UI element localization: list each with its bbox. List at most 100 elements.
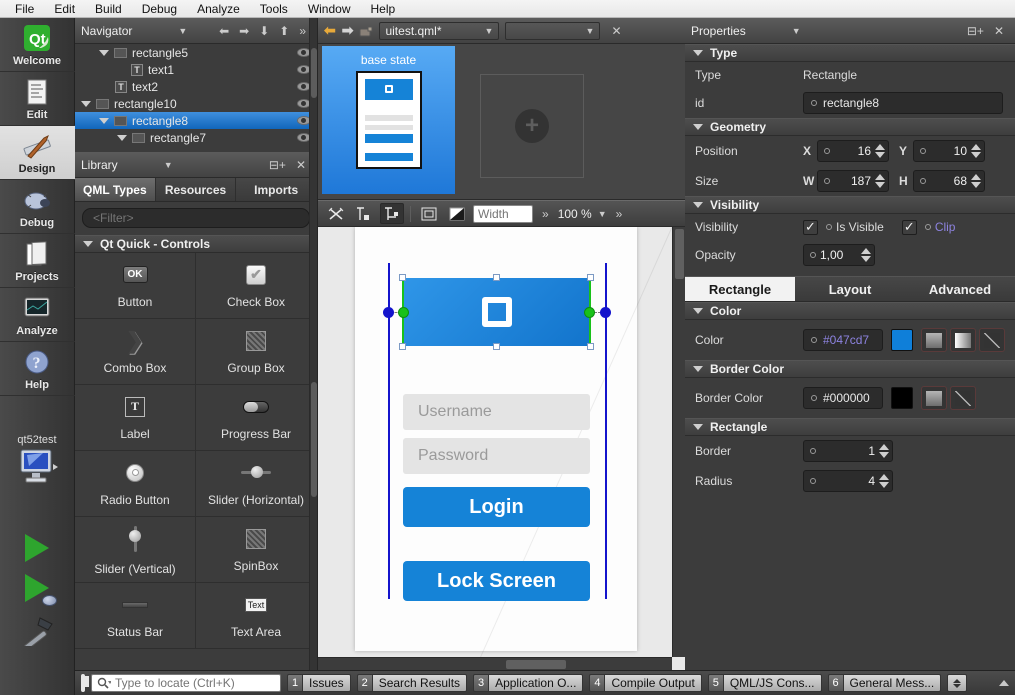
forward-icon[interactable]: ➡ [342,22,354,39]
section-rectangle[interactable]: Rectangle [685,418,1015,436]
overflow-icon[interactable]: » [611,207,628,221]
expand-icon[interactable] [99,118,109,124]
menu-edit[interactable]: Edit [45,1,84,17]
tree-item-rectangle5[interactable]: rectangle5 [75,44,317,61]
mode-welcome[interactable]: Qt Welcome [0,18,75,72]
tab-layout[interactable]: Layout [795,277,905,301]
tab-qml-types[interactable]: QML Types [75,178,156,201]
binding-indicator-icon[interactable] [810,252,816,258]
w-spinbox[interactable]: 187 [817,170,889,192]
pane-cycle-button[interactable] [947,674,967,692]
output-pane-compile-output[interactable]: 4 Compile Output [589,674,701,692]
move-up-icon[interactable]: ⬆ [274,24,294,38]
output-pane-general-messages[interactable]: 6 General Mess... [828,674,942,692]
anchor-dot-green-right[interactable] [584,307,595,318]
is-visible-checkbox[interactable]: ✓ [803,220,818,235]
spin-up-icon[interactable] [879,474,889,480]
resize-handle-se[interactable] [587,343,594,350]
resize-handle-n[interactable] [493,274,500,281]
border-color-swatch[interactable] [891,387,913,409]
build-button[interactable] [20,614,54,649]
close-panel-icon[interactable]: ✕ [291,158,311,172]
mode-debug[interactable]: Debug [0,180,75,234]
spin-up-icon[interactable] [861,248,871,254]
kit-selector[interactable]: qt52test [15,434,59,488]
tree-item-rectangle10[interactable]: rectangle10 [75,95,317,112]
mode-help[interactable]: ? Help [0,342,75,396]
menu-window[interactable]: Window [299,1,360,17]
mode-analyze[interactable]: Analyze [0,288,75,342]
canvas-vscrollbar[interactable] [672,227,685,657]
snapping-icon[interactable] [380,203,404,224]
color-swatch[interactable] [891,329,913,351]
library-dropdown-icon[interactable]: ▼ [164,160,173,170]
library-item-slider-vertical[interactable]: Slider (Vertical) [75,517,196,583]
library-item-label[interactable]: T Label [75,385,196,451]
id-input[interactable]: rectangle8 [803,92,1003,114]
move-right-icon[interactable]: ➡ [234,24,254,38]
split-panel-icon[interactable]: ⊟+ [264,158,291,172]
library-item-group-box[interactable]: Group Box [196,319,317,385]
canvas-color-icon[interactable] [445,203,469,224]
expand-icon[interactable] [81,101,91,107]
tree-item-rectangle8-selected[interactable]: rectangle8 [75,112,317,129]
x-spinbox[interactable]: 16 [817,140,889,162]
section-geometry[interactable]: Geometry [685,118,1015,136]
close-split-icon[interactable]: ✕ [606,24,626,38]
no-fill-button[interactable] [979,328,1005,352]
menu-help[interactable]: Help [362,1,405,17]
username-field[interactable]: Username [403,394,590,430]
open-document-combo[interactable]: uitest.qml* ▼ [379,22,499,40]
move-down-icon[interactable]: ⬇ [254,24,274,38]
tab-resources[interactable]: Resources [156,178,237,201]
form-root-item[interactable]: Username Password Login Lock Screen [355,227,637,651]
tree-item-rectangle7[interactable]: rectangle7 [75,129,317,146]
base-state-card[interactable]: base state [322,46,455,194]
spin-down-icon[interactable] [971,152,981,158]
tab-imports[interactable]: Imports [236,178,317,201]
resize-handle-nw[interactable] [399,274,406,281]
tree-item-text1[interactable]: T text1 [75,61,317,78]
output-pane-search-results[interactable]: 2 Search Results [357,674,467,692]
binding-indicator-icon[interactable] [920,178,926,184]
library-item-button[interactable]: OK Button [75,253,196,319]
add-state-box[interactable]: + [480,74,584,178]
border-color-input[interactable]: #000000 [803,387,883,409]
selected-rectangle8[interactable] [403,278,590,346]
canvas-hscrollbar[interactable] [318,657,672,670]
toggle-sidebar-button[interactable] [81,676,85,690]
spin-up-icon[interactable] [875,144,885,150]
close-panel-icon[interactable]: ✕ [989,24,1009,38]
locator[interactable] [91,674,281,692]
spin-down-icon[interactable] [861,256,871,262]
binding-indicator-icon[interactable] [810,448,816,454]
menu-debug[interactable]: Debug [133,1,186,17]
library-filter-input[interactable] [82,208,310,228]
menu-file[interactable]: File [6,1,43,17]
add-state-icon[interactable]: + [515,109,549,143]
binding-indicator-icon[interactable] [824,148,830,154]
binding-indicator-icon[interactable] [826,224,832,230]
opacity-spinbox[interactable]: 1,00 [803,244,875,266]
section-color[interactable]: Color [685,302,1015,320]
menu-tools[interactable]: Tools [251,1,297,17]
tab-advanced[interactable]: Advanced [905,277,1015,301]
show-bounding-rects-icon[interactable] [417,203,441,224]
mode-design[interactable]: Design [0,126,75,180]
radius-spinbox[interactable]: 4 [803,470,893,492]
library-item-combo-box[interactable]: ❯ Combo Box [75,319,196,385]
binding-indicator-icon[interactable] [810,478,816,484]
library-item-progress-bar[interactable]: Progress Bar [196,385,317,451]
spin-down-icon[interactable] [879,452,889,458]
mode-projects[interactable]: Projects [0,234,75,288]
maximize-output-icon[interactable] [999,680,1009,686]
spin-up-icon[interactable] [971,174,981,180]
width-override-input[interactable] [473,205,533,223]
expand-icon[interactable] [117,135,127,141]
library-scrollbar[interactable] [309,152,317,670]
secondary-combo[interactable]: ▼ [505,22,600,40]
output-pane-issues[interactable]: 1 Issues [287,674,351,692]
library-item-slider-horizontal[interactable]: Slider (Horizontal) [196,451,317,517]
tab-rectangle[interactable]: Rectangle [685,277,795,301]
spin-up-icon[interactable] [971,144,981,150]
